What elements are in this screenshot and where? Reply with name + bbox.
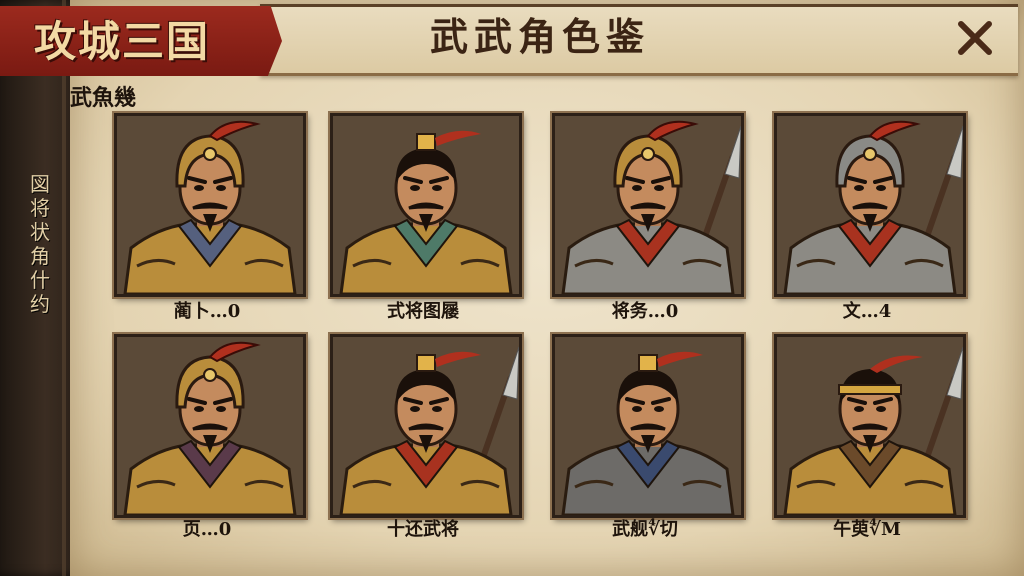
moustache bbox=[408, 202, 444, 210]
right-eye bbox=[876, 185, 886, 191]
left-eye bbox=[854, 406, 864, 412]
side-menu[interactable]: 図 将 状 角 什 约 bbox=[22, 172, 58, 362]
hair-crown bbox=[416, 133, 436, 151]
moustache bbox=[630, 202, 666, 210]
helmet-emblem bbox=[203, 368, 217, 382]
right-eye bbox=[876, 406, 886, 412]
helmet-emblem bbox=[203, 147, 217, 161]
character-name-7: 武舰∜切 bbox=[612, 519, 678, 540]
character-card-5[interactable] bbox=[114, 334, 306, 518]
character-portrait bbox=[777, 337, 963, 515]
character-name-1: 蔺卜…0 bbox=[173, 301, 241, 322]
side-menu-char: 図 bbox=[30, 172, 50, 196]
left-eye bbox=[854, 185, 864, 191]
helmet-emblem bbox=[863, 147, 877, 161]
hair-crown bbox=[416, 354, 436, 372]
left-eye bbox=[410, 185, 420, 191]
moustache bbox=[408, 423, 444, 431]
right-eye bbox=[216, 406, 226, 412]
left-eye bbox=[632, 185, 642, 191]
close-icon bbox=[958, 21, 992, 55]
moustache bbox=[852, 423, 888, 431]
character-portrait bbox=[777, 116, 963, 294]
moustache bbox=[192, 202, 228, 210]
side-menu-char: 状 bbox=[30, 220, 50, 244]
character-card-1[interactable] bbox=[114, 113, 306, 297]
character-name-5: 页…0 bbox=[182, 519, 232, 540]
side-menu-char: 将 bbox=[30, 196, 50, 220]
side-menu-char: 约 bbox=[30, 292, 50, 316]
character-card-3[interactable] bbox=[552, 113, 744, 297]
moustache bbox=[192, 423, 228, 431]
character-name-8: 午萸∜M bbox=[833, 519, 901, 540]
game-logo-text: 攻城三国 bbox=[34, 17, 211, 66]
character-portrait bbox=[555, 337, 741, 515]
left-eye bbox=[632, 406, 642, 412]
hair-crown bbox=[638, 354, 658, 372]
character-name-4: 文…4 bbox=[842, 301, 892, 322]
character-portrait bbox=[333, 337, 519, 515]
character-name-6: 十还武将 bbox=[387, 519, 459, 540]
moustache bbox=[852, 202, 888, 210]
side-menu-char: 角 bbox=[30, 244, 50, 268]
left-eye bbox=[410, 406, 420, 412]
character-portrait bbox=[333, 116, 519, 294]
character-card-2[interactable] bbox=[330, 113, 522, 297]
right-eye bbox=[432, 406, 442, 412]
right-eye bbox=[216, 185, 226, 191]
character-portrait bbox=[117, 337, 303, 515]
left-eye bbox=[194, 406, 204, 412]
side-menu-char: 什 bbox=[30, 268, 50, 292]
character-portrait bbox=[117, 116, 303, 294]
character-portrait bbox=[555, 116, 741, 294]
headband bbox=[838, 384, 902, 395]
close-button[interactable] bbox=[948, 12, 1002, 64]
character-card-4[interactable] bbox=[774, 113, 966, 297]
left-eye bbox=[194, 185, 204, 191]
right-eye bbox=[432, 185, 442, 191]
character-name-3: 将务…0 bbox=[611, 301, 679, 322]
moustache bbox=[630, 423, 666, 431]
right-eye bbox=[654, 185, 664, 191]
character-card-6[interactable] bbox=[330, 334, 522, 518]
character-card-7[interactable] bbox=[552, 334, 744, 518]
helmet-emblem bbox=[641, 147, 655, 161]
character-card-8[interactable] bbox=[774, 334, 966, 518]
character-name-2: 式将图屦 bbox=[387, 301, 459, 322]
right-eye bbox=[654, 406, 664, 412]
section-label: 武魚幾 bbox=[70, 85, 137, 111]
page-title: 武武角色鉴 bbox=[430, 14, 651, 59]
